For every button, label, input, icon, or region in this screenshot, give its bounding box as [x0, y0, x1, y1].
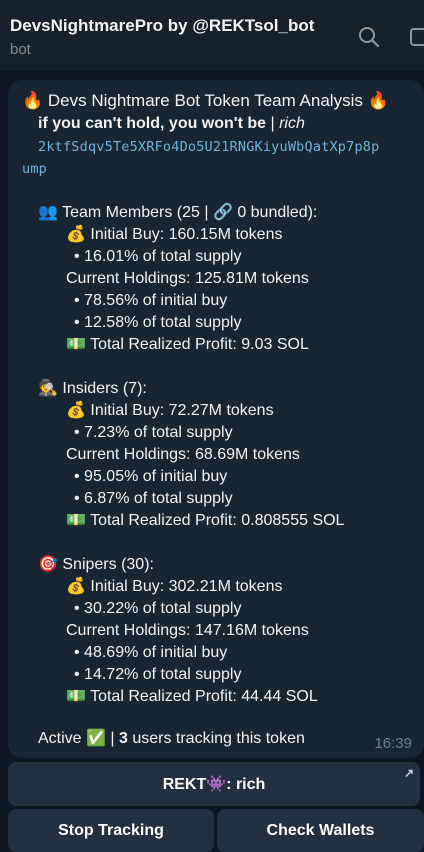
token-address-line1[interactable]: 2ktfSdqv5Te5XRFo4Do5U21RNGKiyuWbQatXp7p8… [38, 136, 379, 158]
team-current: Current Holdings: 125.81M tokens [66, 270, 309, 287]
status-count: 3 [118, 730, 128, 747]
check-wallets-label: Check Wallets [266, 821, 375, 839]
token-address-line2[interactable]: ump [22, 158, 47, 180]
insiders-current-pct-total: • 6.87% of total supply [74, 490, 233, 507]
snipers-current-pct-initial: • 48.69% of initial buy [74, 644, 228, 661]
message-tagline: if you can't hold, you won't be | rich [38, 113, 305, 135]
team-profit: 💵 Total Realized Profit: 9.03 SOL [66, 336, 309, 353]
tagline-bold: if you can't hold, you won't be [38, 115, 267, 132]
insiders-title: 🕵️ Insiders (7): [38, 380, 147, 397]
snipers-current-pct-total: • 14.72% of total supply [74, 666, 242, 683]
snipers-profit: 💵 Total Realized Profit: 44.44 SOL [66, 688, 318, 705]
message-heading: 🔥 Devs Nightmare Bot Token Team Analysis… [22, 91, 389, 110]
stop-tracking-button[interactable]: Stop Tracking [8, 809, 214, 852]
insiders-current: Current Holdings: 68.69M tokens [66, 446, 300, 463]
tagline-italic: rich [279, 115, 305, 132]
snipers-title: 🎯 Snipers (30): [38, 556, 154, 573]
insiders-initial-buy: 💰 Initial Buy: 72.27M tokens [66, 402, 274, 419]
team-current-pct-total: • 12.58% of total supply [74, 314, 242, 331]
insiders-initial-pct: • 7.23% of total supply [74, 424, 233, 441]
message-time: 16:39 [374, 735, 412, 752]
status-prefix: Active ✅ | [38, 730, 119, 747]
snipers-current: Current Holdings: 147.16M tokens [66, 622, 309, 639]
rekt-button-label: REKT👾: rich [162, 776, 266, 793]
panel-icon[interactable] [410, 28, 424, 46]
snipers-initial-pct: • 30.22% of total supply [74, 600, 242, 617]
insiders-current-pct-initial: • 95.05% of initial buy [74, 468, 228, 485]
team-current-pct-initial: • 78.56% of initial buy [74, 292, 228, 309]
snipers-initial-buy: 💰 Initial Buy: 302.21M tokens [66, 578, 283, 595]
chat-subtitle: bot [10, 41, 31, 58]
team-title: 👥 Team Members (25 | 🔗 0 bundled): [38, 204, 318, 221]
status-suffix: users tracking this token [127, 730, 305, 747]
message-bubble: 🔥 Devs Nightmare Bot Token Team Analysis… [8, 80, 424, 758]
chat-header: DevsNightmarePro by @REKTsol_bot bot [0, 0, 424, 70]
stop-tracking-label: Stop Tracking [58, 821, 164, 839]
chat-title: DevsNightmarePro by @REKTsol_bot [10, 16, 315, 35]
team-initial-buy: 💰 Initial Buy: 160.15M tokens [66, 226, 283, 243]
tagline-separator: | [266, 115, 280, 132]
insiders-profit: 💵 Total Realized Profit: 0.808555 SOL [66, 512, 345, 529]
rekt-button[interactable]: REKT👾: rich ↗ [8, 762, 420, 806]
open-link-icon: ↗ [403, 766, 414, 780]
check-wallets-button[interactable]: Check Wallets [217, 809, 424, 852]
team-initial-pct: • 16.01% of total supply [74, 248, 242, 265]
tracking-status: Active ✅ | 3 users tracking this token [38, 728, 305, 750]
search-icon[interactable] [358, 26, 380, 48]
